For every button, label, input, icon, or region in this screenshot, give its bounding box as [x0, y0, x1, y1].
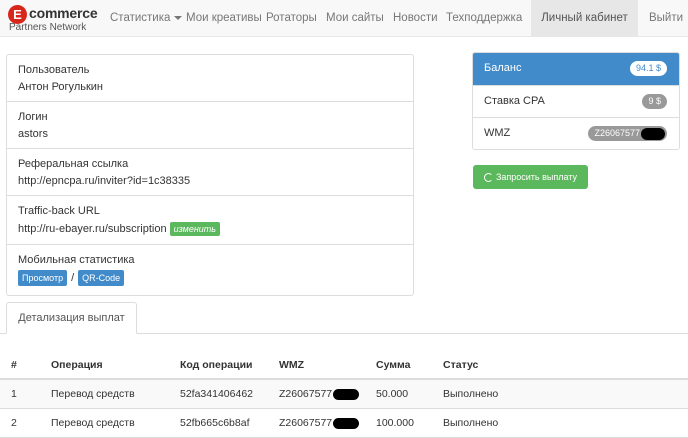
redacted-mark [333, 388, 360, 400]
nav-item-support[interactable]: Техподдержка [446, 0, 522, 37]
cell-sum: 50.000 [376, 388, 409, 400]
refresh-icon [483, 173, 493, 183]
cpa-rate-label: Ставка CPA [484, 95, 545, 107]
tab-payout-details[interactable]: Детализация выплат [6, 302, 137, 334]
cpa-rate-row[interactable]: Ставка CPA 9 $ [473, 85, 679, 117]
column-header-code: Код операции [180, 359, 253, 371]
login-row: Логин astors [7, 101, 413, 148]
column-header-operation: Операция [51, 359, 103, 371]
column-header-num: # [11, 359, 17, 371]
user-info-panel: Пользователь Антон Рогулькин Логин astor… [6, 54, 414, 296]
cell-operation: Перевод средств [51, 388, 135, 400]
view-button[interactable]: Просмотр [18, 270, 68, 286]
wmz-badge: Z26067577 [588, 126, 667, 141]
mobile-stats-row: Мобильная статистика Просмотр / QR-Code [7, 244, 413, 295]
chevron-down-icon [174, 15, 183, 20]
column-header-wmz: WMZ [279, 359, 305, 371]
qr-code-button[interactable]: QR-Code [78, 270, 125, 286]
brand-logo[interactable]: E commerce Partners Network [8, 3, 104, 34]
balance-row[interactable]: Баланс 94.1 $ [473, 53, 679, 85]
user-row: Пользователь Антон Рогулькин [7, 55, 413, 101]
wmz-row[interactable]: WMZ Z26067577 [473, 117, 679, 149]
separator-slash: / [71, 272, 75, 284]
navbar: E commerce Partners Network Статистика М… [0, 0, 688, 37]
wmz-label: WMZ [484, 127, 511, 139]
balance-badge: 94.1 $ [629, 61, 667, 76]
trafficback-row: Traffic-back URL http://ru-ebayer.ru/sub… [7, 195, 413, 244]
request-payout-button[interactable]: Запросить выплату [473, 165, 588, 189]
cell-wmz: Z26067577 [279, 417, 360, 429]
referral-row: Реферальная ссылка http://epncpa.ru/invi… [7, 148, 413, 195]
trafficback-label: Traffic-back URL [18, 205, 100, 217]
nav-item-logout[interactable]: Выйти [649, 0, 683, 37]
nav-item-rotators[interactable]: Ротаторы [266, 0, 317, 37]
brand-subtitle: Partners Network [9, 22, 87, 33]
cpa-rate-badge: 9 $ [642, 94, 667, 109]
redacted-mark [641, 127, 665, 140]
referral-label: Реферальная ссылка [18, 158, 129, 170]
trafficback-value-wrap: http://ru-ebayer.ru/subscription изменить [18, 222, 221, 236]
login-label: Логин [18, 111, 48, 123]
cell-status: Выполнено [443, 417, 499, 429]
login-value: astors [18, 128, 48, 140]
trafficback-url: http://ru-ebayer.ru/subscription [18, 222, 167, 235]
cell-num: 1 [11, 388, 17, 400]
nav-item-creatives[interactable]: Мои креативы [186, 0, 262, 37]
nav-item-sites[interactable]: Мои сайты [326, 0, 384, 37]
table-row: 1 Перевод средств 52fa341406462 Z2606757… [0, 380, 688, 409]
brand-word: commerce [29, 5, 98, 21]
column-header-status: Статус [443, 359, 479, 371]
cell-wmz: Z26067577 [279, 388, 360, 400]
referral-link[interactable]: http://epncpa.ru/inviter?id=1c38335 [18, 175, 190, 187]
cell-num: 2 [11, 417, 17, 429]
balance-label: Баланс [484, 62, 522, 74]
cell-code: 52fa341406462 [180, 388, 253, 400]
cell-code: 52fb665c6b8af [180, 417, 250, 429]
cell-sum: 100.000 [376, 417, 414, 429]
user-label: Пользователь [18, 64, 90, 76]
table-row: 2 Перевод средств 52fb665c6b8af Z2606757… [0, 409, 688, 438]
nav-item-news[interactable]: Новости [393, 0, 438, 37]
nav-item-cabinet[interactable]: Личный кабинет [531, 0, 638, 37]
cell-status: Выполнено [443, 388, 499, 400]
user-value: Антон Рогулькин [18, 81, 103, 93]
change-trafficback-button[interactable]: изменить [169, 222, 221, 236]
nav-item-stats[interactable]: Статистика [110, 0, 183, 37]
column-header-sum: Сумма [376, 359, 411, 371]
mobile-stats-buttons: Просмотр / QR-Code [18, 270, 125, 286]
balance-panel: Баланс 94.1 $ Ставка CPA 9 $ WMZ Z260675… [472, 52, 680, 150]
mobile-stats-label: Мобильная статистика [18, 254, 135, 266]
cell-operation: Перевод средств [51, 417, 135, 429]
redacted-mark [333, 417, 360, 429]
